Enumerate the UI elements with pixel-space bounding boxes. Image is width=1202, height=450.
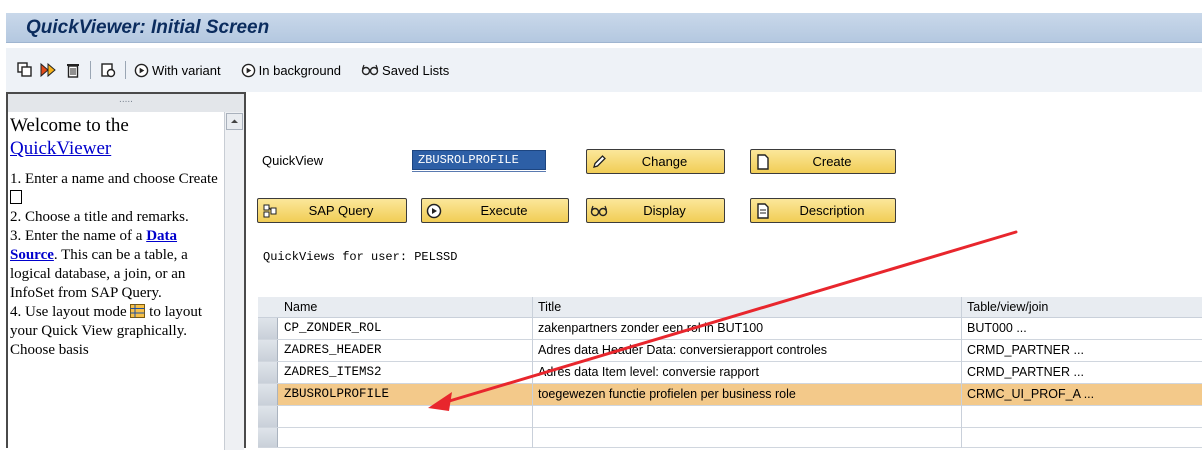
pencil-icon bbox=[593, 154, 606, 168]
help-panel: ..... Welcome to the QuickViewer 1. Ente… bbox=[6, 92, 246, 450]
in-background-label: In background bbox=[258, 62, 342, 78]
row-selector[interactable] bbox=[258, 340, 278, 361]
table-row-selected[interactable]: ZBUSROLPROFILE toegewezen functie profie… bbox=[258, 384, 1202, 406]
cell-title: Adres data Item level: conversie rapport bbox=[538, 365, 759, 379]
column-header-title[interactable]: Title bbox=[534, 297, 959, 318]
help-scrollbar[interactable] bbox=[224, 112, 244, 450]
row-selector[interactable] bbox=[258, 428, 278, 447]
description-label: Description bbox=[799, 203, 865, 218]
step-2-text: 2. Choose a title and remarks. bbox=[10, 209, 189, 225]
cell-name: CP_ZONDER_ROL bbox=[284, 321, 382, 335]
application-toolbar: With variant In background Saved Lists bbox=[6, 48, 1202, 92]
field-underline bbox=[412, 171, 546, 172]
cell-name: ZADRES_ITEMS2 bbox=[284, 365, 382, 379]
title-bar: QuickViewer: Initial Screen bbox=[0, 0, 1202, 48]
execute-icon bbox=[426, 203, 442, 218]
column-header-source[interactable]: Table/view/join bbox=[963, 297, 1198, 318]
copy-icon[interactable] bbox=[16, 61, 34, 79]
table-row[interactable]: CP_ZONDER_ROL zakenpartners zonder een r… bbox=[258, 318, 1202, 340]
toolbar-separator bbox=[90, 61, 91, 79]
quickviews-table: Name Title Table/view/join CP_ZONDER_ROL… bbox=[258, 297, 1202, 448]
execute-button[interactable]: Execute bbox=[421, 198, 569, 223]
cell-name: ZADRES_HEADER bbox=[284, 343, 382, 357]
create-page-icon bbox=[10, 190, 22, 204]
change-button[interactable]: Change bbox=[586, 149, 725, 174]
step-1-text: 1. Enter a name and choose Create bbox=[10, 171, 218, 187]
cell-source: CRMD_PARTNER ... bbox=[967, 343, 1084, 357]
table-row[interactable]: ZADRES_ITEMS2 Adres data Item level: con… bbox=[258, 362, 1202, 384]
row-selector[interactable] bbox=[258, 384, 278, 405]
row-selector[interactable] bbox=[258, 318, 278, 339]
create-label: Create bbox=[812, 154, 852, 169]
rename-icon[interactable] bbox=[40, 61, 58, 79]
table-row-empty[interactable] bbox=[258, 428, 1202, 448]
cell-title: toegewezen functie profielen per busines… bbox=[538, 387, 796, 401]
saved-lists-label: Saved Lists bbox=[382, 62, 450, 78]
row-selector[interactable] bbox=[258, 362, 278, 383]
glasses-icon bbox=[361, 64, 379, 76]
step-3-pre: 3. Enter the name of a bbox=[10, 228, 143, 244]
step-4-pre: 4. Use layout mode bbox=[10, 304, 127, 320]
display-button[interactable]: Display bbox=[586, 198, 725, 223]
cell-name: ZBUSROLPROFILE bbox=[284, 387, 390, 401]
with-variant-label: With variant bbox=[152, 62, 221, 78]
welcome-text: Welcome to the bbox=[10, 115, 129, 136]
description-button[interactable]: Description bbox=[750, 198, 896, 223]
window-title: QuickViewer: Initial Screen bbox=[26, 17, 270, 38]
in-background-button[interactable]: In background bbox=[241, 63, 341, 78]
scroll-up-button[interactable] bbox=[226, 113, 243, 130]
sap-query-label: SAP Query bbox=[308, 203, 374, 218]
chevron-up-icon bbox=[231, 119, 238, 123]
execute-label: Execute bbox=[480, 203, 528, 218]
description-icon bbox=[757, 202, 769, 219]
column-divider bbox=[961, 297, 962, 448]
sap-query-button[interactable]: SAP Query bbox=[257, 198, 407, 223]
create-button[interactable]: Create bbox=[750, 149, 896, 174]
quickview-input[interactable]: ZBUSROLPROFILE bbox=[412, 150, 546, 170]
layout-grid-icon bbox=[130, 304, 146, 318]
query-icon bbox=[263, 204, 277, 217]
glasses-icon bbox=[590, 205, 608, 216]
delete-icon[interactable] bbox=[64, 61, 82, 79]
cell-source: BUT000 ... bbox=[967, 321, 1027, 335]
with-variant-button[interactable]: With variant bbox=[134, 63, 221, 78]
cell-title: Adres data Header Data: conversierapport… bbox=[538, 343, 828, 357]
cell-source: CRMC_UI_PROF_A ... bbox=[967, 387, 1095, 401]
background-exec-icon bbox=[241, 63, 255, 77]
cell-source: CRMD_PARTNER ... bbox=[967, 365, 1084, 379]
column-divider bbox=[532, 297, 533, 448]
toolbar-separator bbox=[125, 61, 126, 79]
execute-clock-icon bbox=[134, 63, 149, 77]
help-text: Welcome to the QuickViewer 1. Enter a na… bbox=[10, 114, 222, 360]
splitter-grip[interactable]: ..... bbox=[8, 94, 244, 112]
display-label: Display bbox=[643, 203, 686, 218]
column-header-name[interactable]: Name bbox=[280, 297, 530, 318]
table-row-empty[interactable] bbox=[258, 406, 1202, 428]
quickviewer-link[interactable]: QuickViewer bbox=[10, 138, 111, 159]
table-row[interactable]: ZADRES_HEADER Adres data Header Data: co… bbox=[258, 340, 1202, 362]
help-frame: ..... Welcome to the QuickViewer 1. Ente… bbox=[6, 92, 246, 450]
row-selector[interactable] bbox=[258, 406, 278, 427]
quickview-label: QuickView bbox=[262, 153, 324, 168]
saved-lists-button[interactable]: Saved Lists bbox=[361, 63, 449, 78]
change-label: Change bbox=[641, 154, 688, 169]
user-quickviews-label: QuickViews for user: PELSSD bbox=[263, 250, 458, 264]
table-header: Name Title Table/view/join bbox=[258, 297, 1202, 318]
other-object-icon[interactable] bbox=[99, 61, 117, 79]
cell-title: zakenpartners zonder een rol in BUT100 bbox=[538, 321, 764, 335]
page-icon bbox=[757, 153, 769, 170]
